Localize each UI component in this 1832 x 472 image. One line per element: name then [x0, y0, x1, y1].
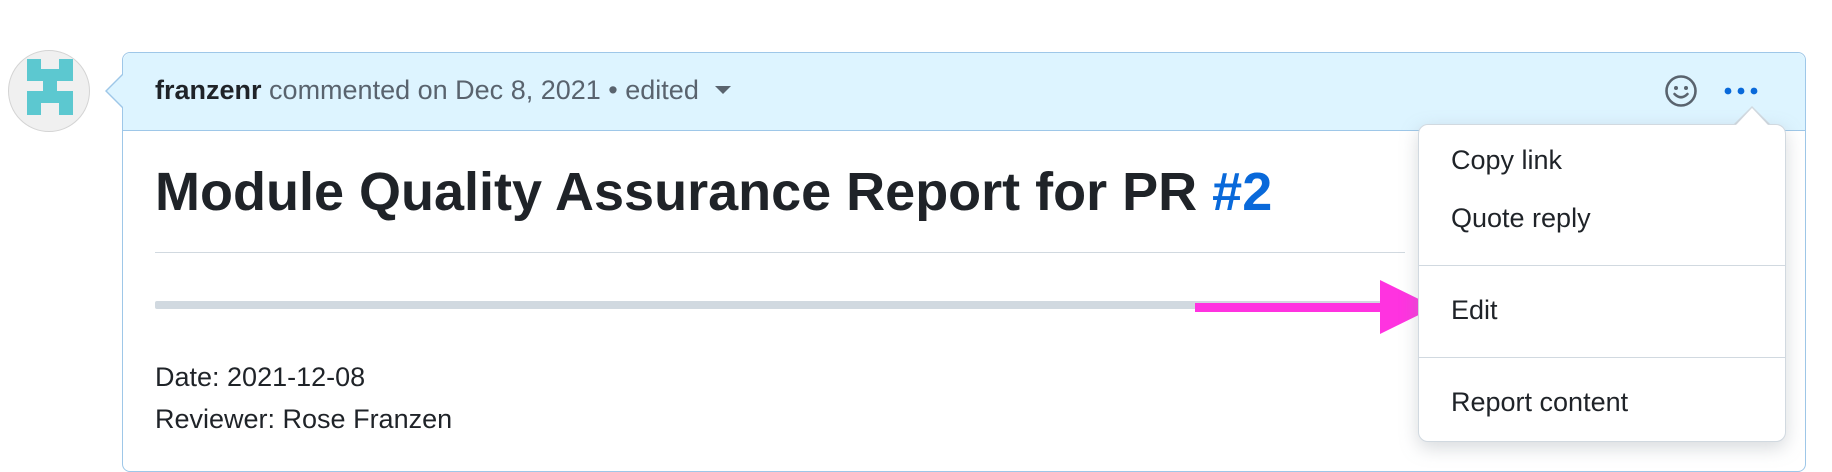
title-divider: [155, 252, 1405, 253]
menu-item-edit[interactable]: Edit: [1451, 295, 1498, 326]
comment-pointer-fill: [107, 75, 123, 107]
comment-action: commented on: [269, 75, 448, 105]
comment-header: franzenr commented on Dec 8, 2021 • edit…: [123, 53, 1805, 131]
menu-divider: [1419, 265, 1785, 266]
more-options-button[interactable]: [1721, 79, 1761, 103]
pr-link[interactable]: #2: [1212, 162, 1272, 222]
identicon-avatar: [27, 59, 73, 115]
smiley-icon: [1665, 75, 1697, 107]
title-text: Module Quality Assurance Report for PR: [155, 162, 1213, 222]
menu-divider: [1419, 357, 1785, 358]
date-line: Date: 2021-12-08: [155, 362, 366, 392]
kebab-horizontal-icon: [1724, 87, 1758, 95]
menu-item-copy-link[interactable]: Copy link: [1451, 145, 1562, 176]
menu-item-quote-reply[interactable]: Quote reply: [1451, 203, 1591, 234]
avatar[interactable]: [8, 50, 90, 132]
comment-meta: franzenr commented on Dec 8, 2021 • edit…: [155, 75, 731, 106]
author-link[interactable]: franzenr: [155, 75, 262, 105]
separator-dot: •: [608, 75, 618, 105]
dropdown-notch-fill: [1736, 108, 1768, 125]
reviewer-line: Reviewer: Rose Franzen: [155, 404, 453, 434]
annotation-arrow: [1195, 280, 1435, 334]
report-title: Module Quality Assurance Report for PR #…: [155, 165, 1272, 219]
edited-label: edited: [625, 75, 699, 105]
menu-item-report-content[interactable]: Report content: [1451, 387, 1628, 418]
add-reaction-button[interactable]: [1663, 73, 1699, 109]
comment-options-menu: Copy link Quote reply Edit Report conten…: [1418, 124, 1786, 442]
edited-history-button[interactable]: edited: [625, 75, 731, 105]
comment-date-link[interactable]: Dec 8, 2021: [455, 75, 601, 105]
triangle-down-icon: [714, 85, 731, 94]
